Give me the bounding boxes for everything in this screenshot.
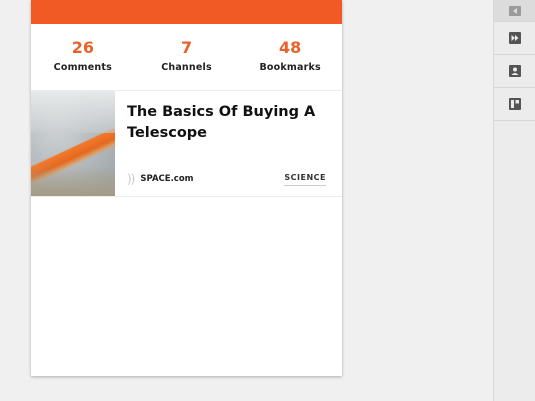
stat-value: 26 <box>71 38 94 57</box>
article-meta: )) SPACE.com SCIENCE <box>127 172 326 186</box>
stat-comments[interactable]: 26 Comments <box>31 24 135 90</box>
article-title[interactable]: The Basics Of Buying A Telescope <box>127 102 326 144</box>
article-body: The Basics Of Buying A Telescope )) SPAC… <box>115 91 342 196</box>
fast-forward-icon <box>508 31 522 45</box>
rail-layout-button[interactable] <box>494 88 535 121</box>
thumbnail-steam <box>31 91 115 133</box>
rail-fast-forward-button[interactable] <box>494 22 535 55</box>
app-stage: 26 Comments 7 Channels 48 Bookmarks The … <box>0 0 535 401</box>
thumbnail-ground <box>31 164 115 196</box>
stat-bookmarks[interactable]: 48 Bookmarks <box>238 24 342 90</box>
article-list-item[interactable]: The Basics Of Buying A Telescope )) SPAC… <box>31 91 342 197</box>
rail-collapse-button[interactable] <box>494 0 535 22</box>
stat-value: 7 <box>180 38 193 57</box>
collapse-panel-icon <box>508 4 522 18</box>
profile-card: 26 Comments 7 Channels 48 Bookmarks The … <box>31 0 342 376</box>
stat-label: Comments <box>53 62 112 73</box>
right-rail <box>493 0 535 401</box>
article-category[interactable]: SCIENCE <box>284 173 326 186</box>
article-source[interactable]: SPACE.com <box>140 174 193 184</box>
stats-row: 26 Comments 7 Channels 48 Bookmarks <box>31 24 342 91</box>
stat-value: 48 <box>279 38 302 57</box>
article-thumbnail[interactable] <box>31 91 115 196</box>
rail-contact-button[interactable] <box>494 55 535 88</box>
card-header <box>31 0 342 24</box>
source-signal-icon: )) <box>127 172 135 186</box>
stat-channels[interactable]: 7 Channels <box>135 24 239 90</box>
stat-label: Channels <box>161 62 212 73</box>
panel-layout-icon <box>508 97 522 111</box>
stat-label: Bookmarks <box>259 62 321 73</box>
contact-card-icon <box>508 64 522 78</box>
